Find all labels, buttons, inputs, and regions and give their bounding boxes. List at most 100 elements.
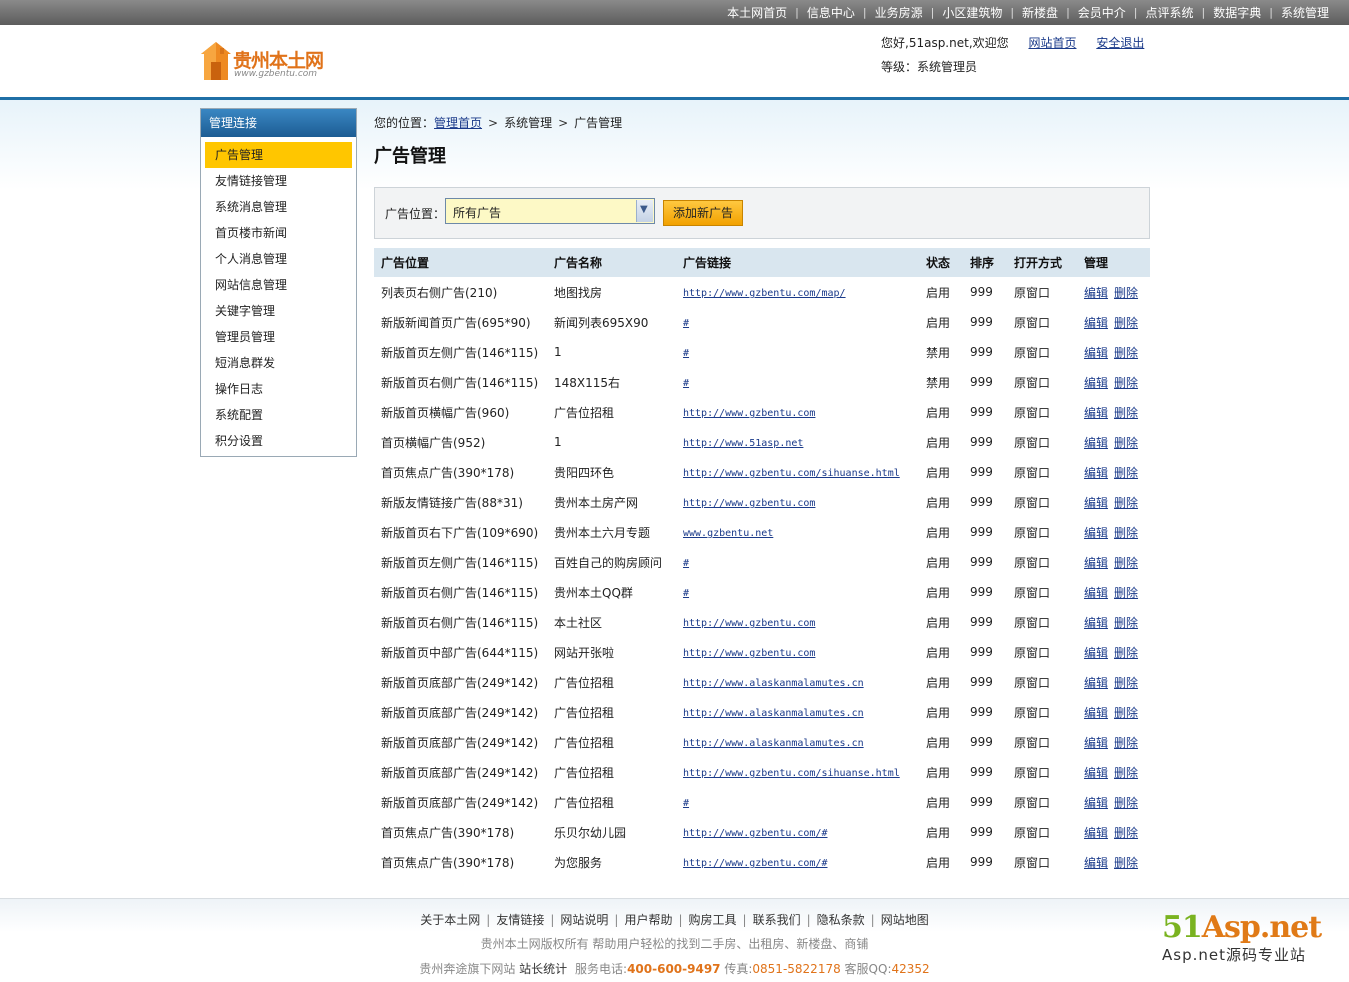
delete-link[interactable]: 删除 <box>1114 286 1138 300</box>
delete-link[interactable]: 删除 <box>1114 586 1138 600</box>
edit-link[interactable]: 编辑 <box>1084 766 1108 780</box>
ad-link[interactable]: http://www.gzbentu.com/sihuanse.html <box>683 468 900 479</box>
edit-link[interactable]: 编辑 <box>1084 556 1108 570</box>
delete-link[interactable]: 删除 <box>1114 676 1138 690</box>
delete-link[interactable]: 删除 <box>1114 646 1138 660</box>
footer-link[interactable]: 网站地图 <box>875 913 935 927</box>
breadcrumb-home-link[interactable]: 管理首页 <box>434 116 482 130</box>
delete-link[interactable]: 删除 <box>1114 466 1138 480</box>
footer-link[interactable]: 友情链接 <box>490 913 550 927</box>
dropdown-button[interactable]: ▼ <box>636 200 653 222</box>
ad-link[interactable]: http://www.alaskanmalamutes.cn <box>683 678 864 689</box>
delete-link[interactable]: 删除 <box>1114 766 1138 780</box>
ad-link[interactable]: www.gzbentu.net <box>683 528 773 539</box>
sidebar-item[interactable]: 系统配置 <box>205 402 352 428</box>
delete-link[interactable]: 删除 <box>1114 526 1138 540</box>
delete-link[interactable]: 删除 <box>1114 316 1138 330</box>
stats-link[interactable]: 站长统计 <box>519 962 567 976</box>
edit-link[interactable]: 编辑 <box>1084 406 1108 420</box>
delete-link[interactable]: 删除 <box>1114 376 1138 390</box>
top-nav-item[interactable]: 数据字典 <box>1205 4 1269 21</box>
site-home-link[interactable]: 网站首页 <box>1028 36 1076 50</box>
top-nav-item[interactable]: 业务房源 <box>867 4 931 21</box>
ad-link[interactable]: http://www.gzbentu.com/# <box>683 858 828 869</box>
footer-link[interactable]: 隐私条款 <box>811 913 871 927</box>
ad-link[interactable]: http://www.alaskanmalamutes.cn <box>683 708 864 719</box>
edit-link[interactable]: 编辑 <box>1084 856 1108 870</box>
manage-cell: 编辑 删除 <box>1077 667 1150 697</box>
sidebar-item[interactable]: 广告管理 <box>205 142 352 168</box>
top-nav-item[interactable]: 系统管理 <box>1273 4 1337 21</box>
footer-link[interactable]: 联系我们 <box>747 913 807 927</box>
edit-link[interactable]: 编辑 <box>1084 706 1108 720</box>
ad-link[interactable]: http://www.gzbentu.com/map/ <box>683 288 846 299</box>
top-nav-item[interactable]: 点评系统 <box>1138 4 1202 21</box>
logout-link[interactable]: 安全退出 <box>1096 36 1144 50</box>
edit-link[interactable]: 编辑 <box>1084 526 1108 540</box>
ad-link[interactable]: http://www.gzbentu.com/sihuanse.html <box>683 768 900 779</box>
delete-link[interactable]: 删除 <box>1114 556 1138 570</box>
delete-link[interactable]: 删除 <box>1114 736 1138 750</box>
top-nav-item[interactable]: 会员中介 <box>1070 4 1134 21</box>
edit-link[interactable]: 编辑 <box>1084 616 1108 630</box>
footer-link[interactable]: 关于本土网 <box>414 913 486 927</box>
delete-link[interactable]: 删除 <box>1114 796 1138 810</box>
open-mode-cell: 原窗口 <box>1014 285 1051 300</box>
footer-link[interactable]: 用户帮助 <box>618 913 678 927</box>
sidebar-item[interactable]: 管理员管理 <box>205 324 352 350</box>
sidebar-item[interactable]: 积分设置 <box>205 428 352 454</box>
edit-link[interactable]: 编辑 <box>1084 346 1108 360</box>
delete-link[interactable]: 删除 <box>1114 406 1138 420</box>
top-nav-item[interactable]: 小区建筑物 <box>934 4 1010 21</box>
footer-link[interactable]: 网站说明 <box>554 913 614 927</box>
edit-link[interactable]: 编辑 <box>1084 286 1108 300</box>
ad-link[interactable]: http://www.gzbentu.com <box>683 618 815 629</box>
delete-link[interactable]: 删除 <box>1114 346 1138 360</box>
edit-link[interactable]: 编辑 <box>1084 676 1108 690</box>
edit-link[interactable]: 编辑 <box>1084 436 1108 450</box>
add-new-ad-button[interactable]: 添加新广告 <box>663 200 743 226</box>
footer-link[interactable]: 购房工具 <box>683 913 743 927</box>
ad-link[interactable]: http://www.gzbentu.com <box>683 408 815 419</box>
sidebar-item[interactable]: 网站信息管理 <box>205 272 352 298</box>
ad-link[interactable]: # <box>683 348 689 359</box>
sidebar-item[interactable]: 友情链接管理 <box>205 168 352 194</box>
ad-position-select[interactable]: 所有广告 ▼ <box>445 198 655 224</box>
edit-link[interactable]: 编辑 <box>1084 826 1108 840</box>
sidebar-item[interactable]: 关键字管理 <box>205 298 352 324</box>
ad-link[interactable]: # <box>683 588 689 599</box>
top-nav-item[interactable]: 本土网首页 <box>719 4 795 21</box>
delete-link[interactable]: 删除 <box>1114 436 1138 450</box>
ad-link[interactable]: # <box>683 318 689 329</box>
sidebar-item[interactable]: 操作日志 <box>205 376 352 402</box>
top-nav-item[interactable]: 信息中心 <box>799 4 863 21</box>
site-logo[interactable]: 贵州本土网 www.gzbentu.com <box>200 40 340 82</box>
ad-link[interactable]: # <box>683 558 689 569</box>
edit-link[interactable]: 编辑 <box>1084 796 1108 810</box>
ad-link[interactable]: http://www.gzbentu.com/# <box>683 828 828 839</box>
ad-link[interactable]: http://www.51asp.net <box>683 438 803 449</box>
ad-link[interactable]: http://www.gzbentu.com <box>683 498 815 509</box>
top-nav-item[interactable]: 新楼盘 <box>1014 4 1066 21</box>
edit-link[interactable]: 编辑 <box>1084 376 1108 390</box>
ad-link[interactable]: # <box>683 378 689 389</box>
edit-link[interactable]: 编辑 <box>1084 736 1108 750</box>
ad-link[interactable]: # <box>683 798 689 809</box>
delete-link[interactable]: 删除 <box>1114 616 1138 630</box>
sidebar-item[interactable]: 首页楼市新闻 <box>205 220 352 246</box>
delete-link[interactable]: 删除 <box>1114 706 1138 720</box>
edit-link[interactable]: 编辑 <box>1084 586 1108 600</box>
edit-link[interactable]: 编辑 <box>1084 316 1108 330</box>
sidebar-item[interactable]: 个人消息管理 <box>205 246 352 272</box>
ad-link[interactable]: http://www.gzbentu.com <box>683 648 815 659</box>
edit-link[interactable]: 编辑 <box>1084 466 1108 480</box>
edit-link[interactable]: 编辑 <box>1084 496 1108 510</box>
delete-link[interactable]: 删除 <box>1114 856 1138 870</box>
delete-link[interactable]: 删除 <box>1114 826 1138 840</box>
watermark: 51Asp.net Asp.net源码专业站 <box>1162 912 1332 965</box>
edit-link[interactable]: 编辑 <box>1084 646 1108 660</box>
ad-link[interactable]: http://www.alaskanmalamutes.cn <box>683 738 864 749</box>
sidebar-item[interactable]: 短消息群发 <box>205 350 352 376</box>
delete-link[interactable]: 删除 <box>1114 496 1138 510</box>
sidebar-item[interactable]: 系统消息管理 <box>205 194 352 220</box>
